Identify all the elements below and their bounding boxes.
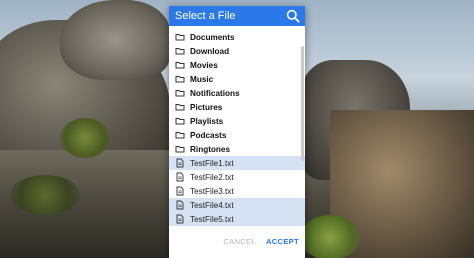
folder-item[interactable]: Movies [169, 58, 305, 72]
file-icon [176, 158, 184, 168]
folder-item[interactable]: Download [169, 44, 305, 58]
file-label: TestFile4.txt [190, 200, 234, 210]
file-item[interactable]: TestFile5.txt [169, 212, 305, 226]
folder-icon [175, 34, 185, 41]
scrollbar[interactable] [301, 46, 304, 161]
folder-label: Podcasts [190, 130, 227, 140]
file-label: TestFile2.txt [190, 172, 234, 182]
file-icon [176, 200, 184, 210]
file-label: TestFile3.txt [190, 186, 234, 196]
folder-label: Ringtones [190, 144, 231, 154]
folder-item[interactable]: Documents [169, 30, 305, 44]
plant [300, 215, 360, 258]
plant [60, 118, 110, 158]
folder-item[interactable]: Playlists [169, 114, 305, 128]
accept-button[interactable]: ACCEPT [266, 237, 299, 246]
folder-icon [175, 62, 185, 69]
folder-icon [175, 132, 185, 139]
folder-item[interactable]: Pictures [169, 100, 305, 114]
file-list: Documents Download Movies Music Notifica… [169, 26, 305, 226]
folder-label: Notifications [190, 88, 240, 98]
dialog-actions: CANCEL ACCEPT [169, 237, 305, 246]
file-icon [176, 186, 184, 196]
plant [10, 175, 80, 215]
folder-label: Pictures [190, 102, 223, 112]
folder-icon [175, 146, 185, 153]
folder-icon [175, 76, 185, 83]
file-item[interactable]: TestFile4.txt [169, 198, 305, 212]
folder-item[interactable]: Notifications [169, 86, 305, 100]
file-picker-dialog: Select a File Documents Download Movies … [169, 6, 305, 258]
folder-label: Download [190, 46, 230, 56]
file-item[interactable]: TestFile3.txt [169, 184, 305, 198]
dialog-title: Select a File [175, 10, 236, 22]
folder-item[interactable]: Ringtones [169, 142, 305, 156]
file-label: TestFile5.txt [190, 214, 234, 224]
folder-item[interactable]: Music [169, 72, 305, 86]
file-item[interactable]: TestFile2.txt [169, 170, 305, 184]
folder-icon [175, 48, 185, 55]
file-icon [176, 214, 184, 224]
folder-icon [175, 118, 185, 125]
folder-label: Documents [190, 32, 235, 42]
folder-icon [175, 90, 185, 97]
dialog-header: Select a File [169, 6, 305, 26]
file-label: TestFile1.txt [190, 158, 234, 168]
search-icon[interactable] [286, 9, 300, 23]
folder-icon [175, 104, 185, 111]
folder-label: Playlists [190, 116, 224, 126]
folder-label: Movies [190, 60, 218, 70]
file-item[interactable]: TestFile1.txt [169, 156, 305, 170]
file-icon [176, 172, 184, 182]
rock-formation [60, 0, 170, 80]
folder-label: Music [190, 74, 214, 84]
folder-item[interactable]: Podcasts [169, 128, 305, 142]
cancel-button[interactable]: CANCEL [223, 237, 256, 246]
